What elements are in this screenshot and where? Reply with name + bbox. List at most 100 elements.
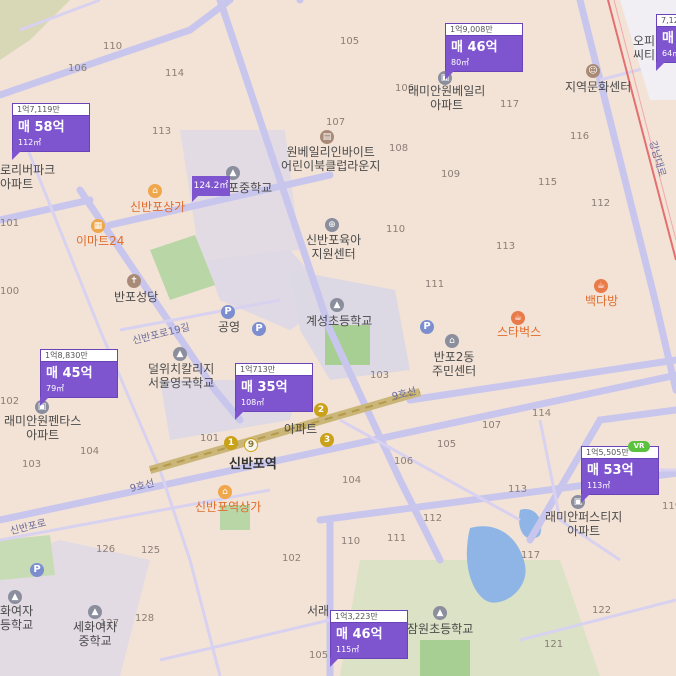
block-number: 107: [326, 117, 346, 128]
block-number: 111: [425, 279, 445, 290]
block-number: 111: [387, 533, 407, 544]
poi-sinbanpo-mall2[interactable]: 신반포역상가: [195, 500, 261, 514]
listing-area: 113㎡: [587, 481, 611, 490]
poi-sinbanpo-station[interactable]: 신반포역: [229, 458, 277, 472]
convenience-store-icon: ▦: [91, 219, 105, 233]
poi-banpo-culture[interactable]: 지역문화센터: [565, 80, 631, 94]
parking-icon[interactable]: P: [252, 322, 266, 336]
church-icon: ✝: [127, 274, 141, 288]
library-icon: ▤: [320, 130, 334, 144]
block-number: 115: [538, 177, 558, 188]
block-number: 126: [96, 544, 116, 555]
poi-dulwich[interactable]: 덜위치칼리지 서울영국학교: [148, 362, 214, 390]
listing-unit-price: 1억8,830만: [41, 350, 117, 362]
block-number: 117: [521, 550, 541, 561]
poi-raemian-first[interactable]: 래미안퍼스티지 아파트: [545, 510, 622, 538]
listing-marker[interactable]: 1억9,008만 매 46억 80㎡: [445, 23, 523, 80]
poi-emart[interactable]: 이마트24: [76, 234, 124, 248]
listing-marker[interactable]: 1억3,223만 매 46억 115㎡: [330, 610, 408, 667]
block-number: 113: [508, 484, 528, 495]
subway-exit-2-icon[interactable]: 2: [314, 403, 328, 417]
community-center-icon: ⌂: [445, 334, 459, 348]
block-number: 101: [0, 218, 20, 229]
listing-marker[interactable]: 1억5,505만 매 53억 113㎡: [581, 446, 659, 503]
poi-banpo-church[interactable]: 반포성당: [114, 290, 158, 304]
listing-area: 80㎡: [451, 58, 470, 67]
block-number: 106: [394, 456, 414, 467]
map-canvas[interactable]: 110 106 114 113 101 102 105 106 107 108 …: [0, 0, 676, 676]
block-number: 113: [152, 126, 172, 137]
listing-marker[interactable]: 1억7,119만 매 58억 112㎡: [12, 103, 90, 160]
block-number: 100: [0, 286, 20, 297]
school-icon: ▲: [330, 298, 344, 312]
subway-exit-3-icon[interactable]: 3: [320, 433, 334, 447]
map-base-layer: [0, 0, 676, 676]
school-icon: ▲: [88, 605, 102, 619]
school-icon: ▲: [8, 590, 22, 604]
poi-paik[interactable]: 백다방: [585, 294, 618, 308]
poi-apt-partial[interactable]: 아파트: [284, 422, 317, 436]
block-number: 113: [496, 241, 516, 252]
block-number: 119: [662, 501, 676, 512]
culture-center-icon: ☺: [586, 64, 600, 78]
listing-area: 108㎡: [241, 398, 265, 407]
poi-sinban-mall[interactable]: 신반포상가: [130, 200, 185, 214]
listing-unit-price: 1억9,008만: [446, 24, 522, 36]
area-chip[interactable]: 124.2㎡: [192, 176, 230, 202]
listing-unit-price: 1억3,223만: [331, 611, 407, 623]
block-number: 110: [341, 536, 361, 547]
poi-jamwon-school[interactable]: 잠원초등학교: [407, 622, 473, 636]
subway-exit-1-icon[interactable]: 1: [224, 436, 238, 450]
poi-banpo2-center[interactable]: 반포2동 주민센터: [432, 350, 476, 378]
listing-area: 115㎡: [336, 645, 360, 654]
block-number: 125: [141, 545, 161, 556]
poi-wonbaily-kids[interactable]: 원베일리인바이트 어린이북클럽라운지: [281, 145, 380, 173]
listing-price: 매 46억: [336, 627, 383, 642]
block-number: 107: [482, 420, 502, 431]
block-number: 102: [0, 396, 20, 407]
poi-sehwa-girls[interactable]: 세화여자 중학교: [73, 620, 117, 648]
subway-line9-icon[interactable]: 9: [244, 438, 258, 452]
parking-icon[interactable]: P: [30, 563, 44, 577]
block-number: 122: [592, 605, 612, 616]
poi-gyesung-school[interactable]: 계성초등학교: [306, 314, 372, 328]
block-number: 114: [532, 408, 552, 419]
listing-price: 매 46억: [451, 40, 498, 55]
listing-price: 매 45억: [46, 366, 93, 381]
poi-officetel[interactable]: 오피 씨티: [633, 34, 655, 62]
block-number: 110: [386, 224, 406, 235]
block-number: 105: [340, 36, 360, 47]
listing-marker[interactable]: 7,12 매 64㎡: [656, 14, 676, 71]
listing-area: 112㎡: [18, 138, 42, 147]
listing-price: 매: [662, 31, 674, 46]
listing-price: 매 35억: [241, 380, 288, 395]
parking-icon[interactable]: P: [420, 320, 434, 334]
block-number: 112: [591, 198, 611, 209]
poi-banpo-middle[interactable]: 포중학교: [228, 181, 272, 195]
listing-marker[interactable]: 1억713만 매 35억 108㎡: [235, 363, 313, 420]
poi-gongyeong[interactable]: 공영: [218, 320, 240, 334]
parking-icon[interactable]: P: [221, 305, 235, 319]
listing-price: 매 58억: [18, 120, 65, 135]
block-number: 104: [342, 475, 362, 486]
block-number: 114: [165, 68, 185, 79]
listing-marker[interactable]: 1억8,830만 매 45억 79㎡: [40, 349, 118, 406]
listing-area: 79㎡: [46, 384, 65, 393]
poi-sinban-welfare[interactable]: 신반포육아 지원센터: [306, 233, 361, 261]
block-number: 105: [437, 439, 457, 450]
block-number: 117: [500, 99, 520, 110]
poi-seorae[interactable]: 서래: [307, 604, 329, 618]
block-number: 110: [103, 41, 123, 52]
block-number: 103: [22, 459, 42, 470]
poi-raemian-pentas[interactable]: 래미안원펜타스 아파트: [4, 414, 81, 442]
school-icon: ▲: [433, 606, 447, 620]
vr-badge[interactable]: VR: [628, 441, 650, 452]
poi-sehwa-girls2[interactable]: 화여자 등학교: [0, 604, 33, 632]
poi-starbucks[interactable]: 스타벅스: [497, 325, 541, 339]
poi-riverpark[interactable]: 로리버파크 아파트: [0, 163, 55, 191]
block-number: 103: [370, 370, 390, 381]
block-number: 116: [570, 131, 590, 142]
listing-unit-price: 1억7,119만: [13, 104, 89, 116]
cafe-icon: ☕: [594, 279, 608, 293]
poi-raemian-bailey[interactable]: 래미안원베일리 아파트: [408, 84, 485, 112]
